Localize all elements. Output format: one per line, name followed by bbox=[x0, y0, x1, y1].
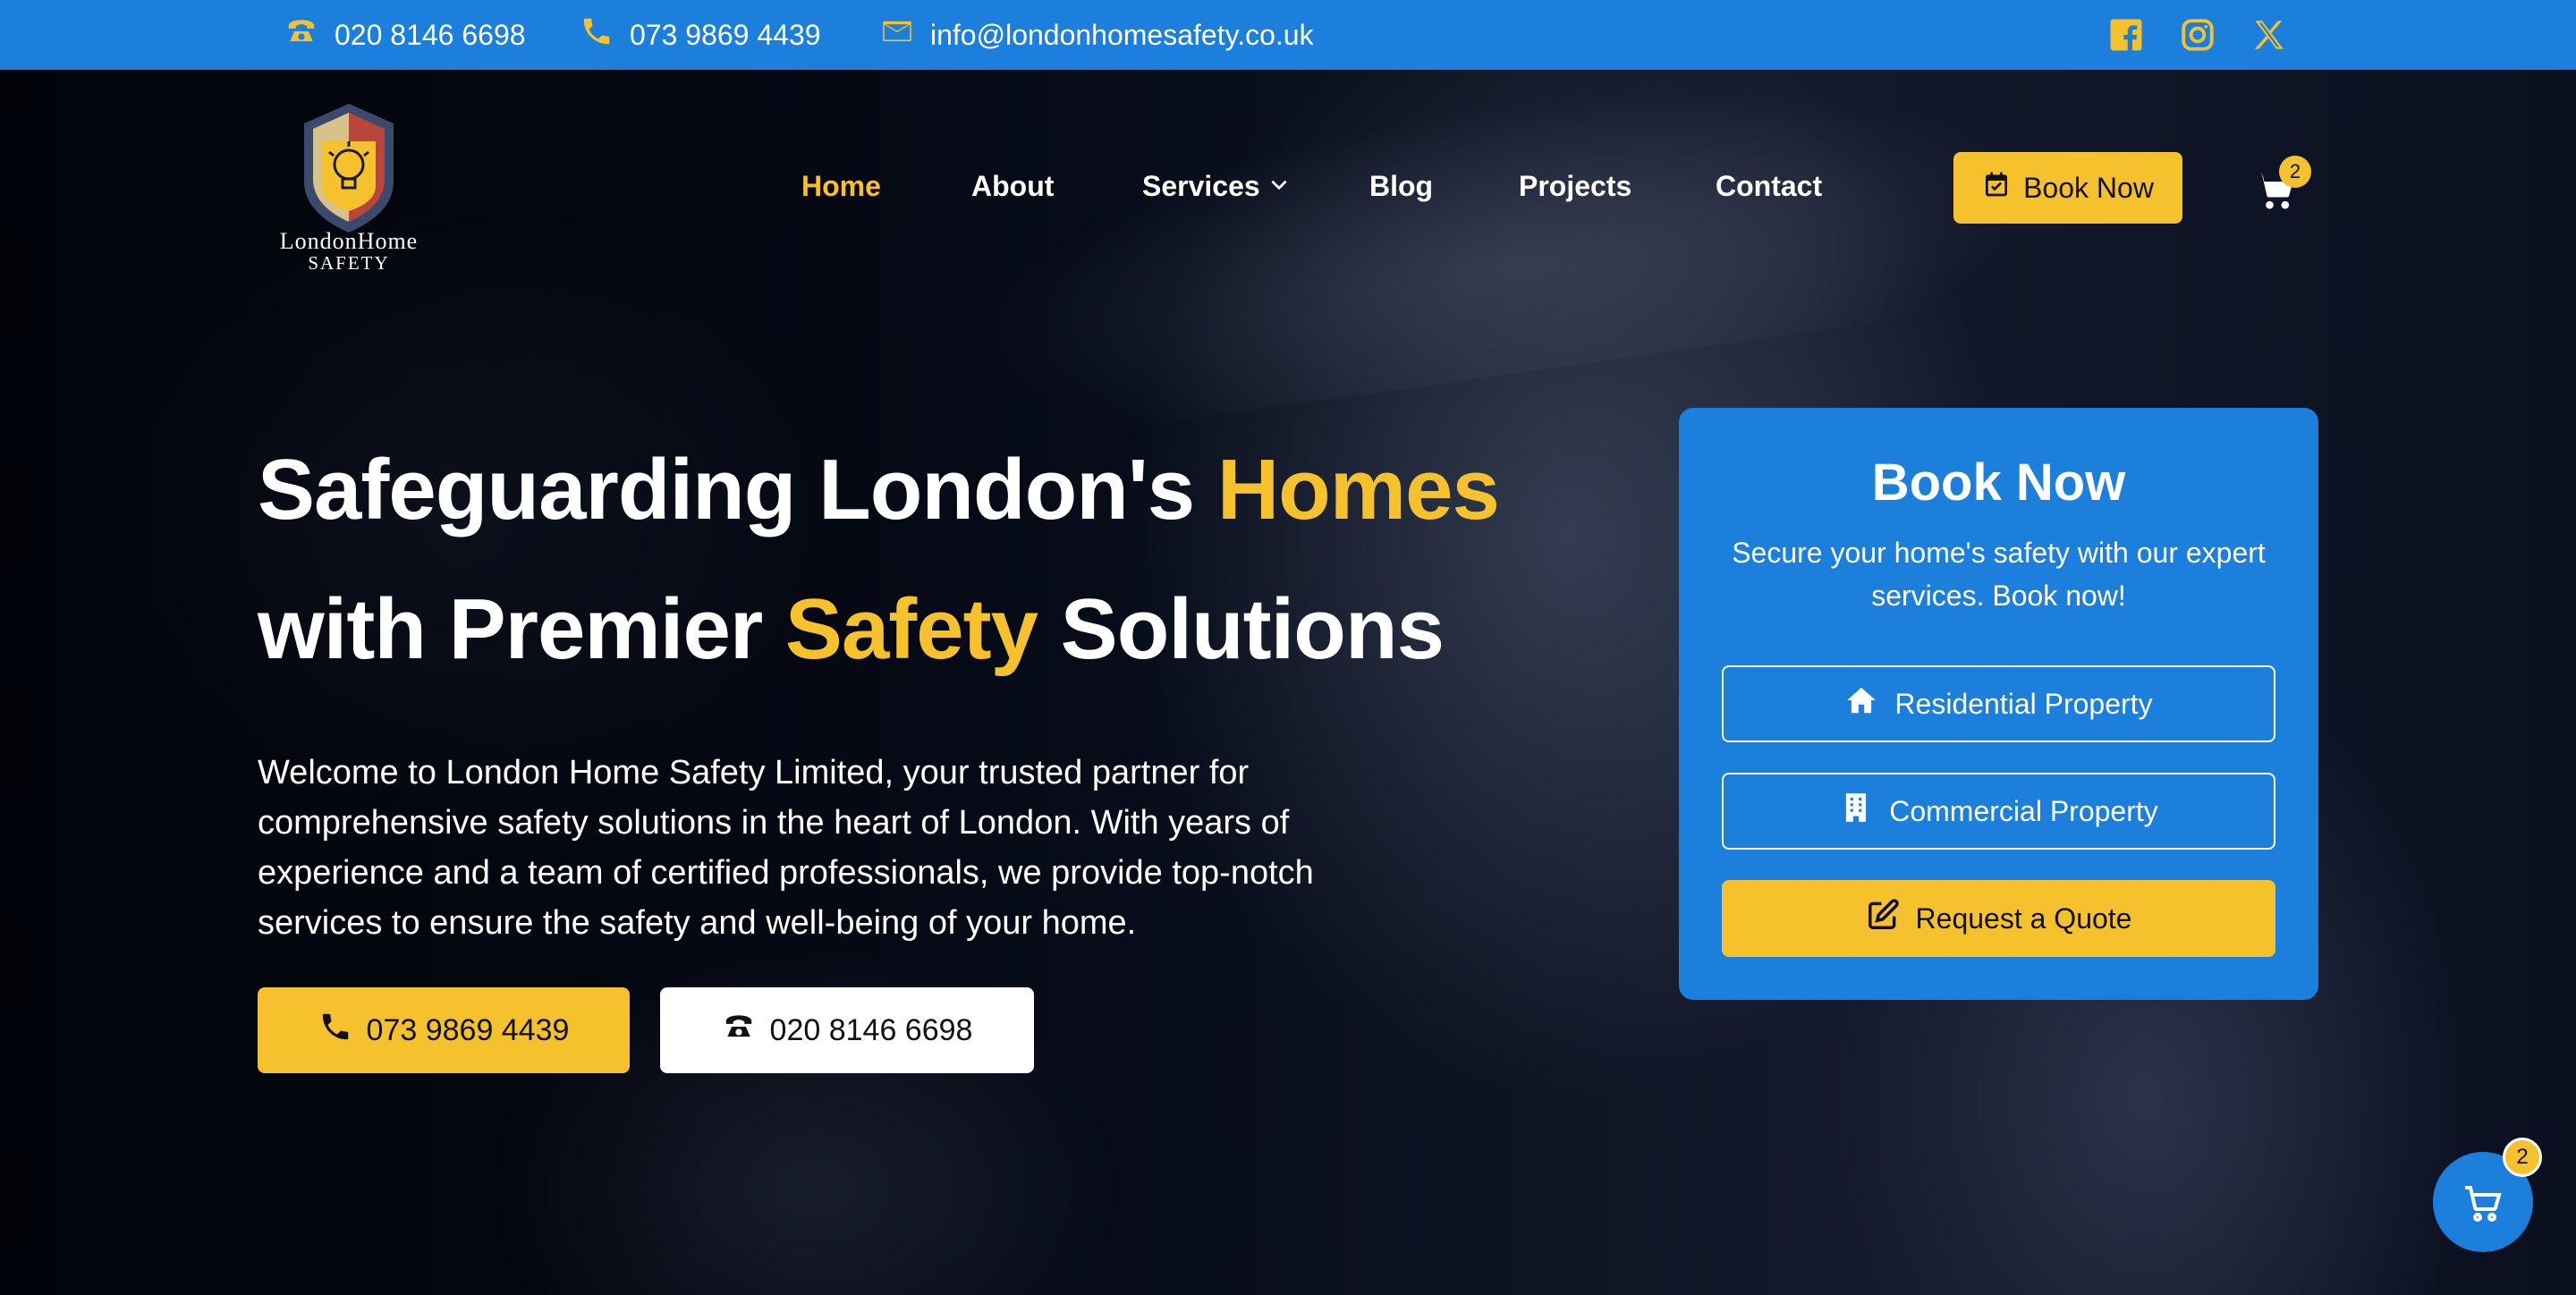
nav-services[interactable]: Services bbox=[1142, 170, 1291, 203]
chevron-down-icon bbox=[1260, 170, 1291, 203]
calendar-check-icon bbox=[1982, 170, 2023, 206]
call-mobile-button[interactable]: 073 9869 4439 bbox=[258, 987, 630, 1073]
nav-contact[interactable]: Contact bbox=[1716, 170, 1822, 203]
hero-cta-row: 073 9869 4439 020 8146 6698 bbox=[258, 987, 1034, 1073]
request-quote-button[interactable]: Request a Quote bbox=[1722, 880, 2275, 957]
commercial-property-label: Commercial Property bbox=[1889, 794, 2158, 827]
edit-icon bbox=[1866, 898, 1916, 939]
call-landline-label: 020 8146 6698 bbox=[769, 1012, 973, 1047]
nav-services-label: Services bbox=[1142, 170, 1260, 202]
hero-title-accent-safety: Safety bbox=[784, 581, 1038, 677]
commercial-property-button[interactable]: Commercial Property bbox=[1722, 773, 2275, 850]
contact-phone-landline-text: 020 8146 6698 bbox=[335, 18, 526, 51]
building-icon bbox=[1839, 791, 1889, 832]
card-title: Book Now bbox=[1871, 453, 2126, 512]
nav-projects-label: Projects bbox=[1519, 170, 1632, 202]
book-now-button[interactable]: Book Now bbox=[1953, 152, 2182, 224]
nav-home-label: Home bbox=[801, 170, 881, 202]
hero-title: Safeguarding London's Homes with Premier… bbox=[258, 420, 1599, 699]
hero-title-accent-homes: Homes bbox=[1216, 442, 1500, 537]
hero-title-line1: Safeguarding London's bbox=[258, 442, 1217, 537]
telephone-icon bbox=[284, 14, 335, 55]
contact-email-text: info@londonhomesafety.co.uk bbox=[930, 18, 1314, 51]
nav-about[interactable]: About bbox=[971, 170, 1054, 203]
floating-cart-button[interactable]: 2 bbox=[2433, 1138, 2542, 1252]
phone-icon bbox=[580, 14, 630, 55]
telephone-icon bbox=[722, 1010, 770, 1052]
residential-property-button[interactable]: Residential Property bbox=[1722, 665, 2275, 742]
book-now-label: Book Now bbox=[2023, 171, 2154, 204]
contact-phone-landline[interactable]: 020 8146 6698 bbox=[284, 0, 526, 70]
call-mobile-label: 073 9869 4439 bbox=[366, 1012, 570, 1047]
instagram-icon bbox=[2179, 19, 2216, 57]
contact-email[interactable]: info@londonhomesafety.co.uk bbox=[880, 0, 1314, 70]
card-subtitle: Secure your home's safety with our exper… bbox=[1732, 537, 2266, 612]
cart-count-badge: 2 bbox=[2279, 156, 2311, 188]
book-now-card: Book Now Secure your home's safety with … bbox=[1679, 408, 2318, 1000]
envelope-icon bbox=[880, 14, 930, 55]
x-icon bbox=[2250, 21, 2288, 57]
request-quote-label: Request a Quote bbox=[1915, 901, 2132, 935]
phone-icon bbox=[318, 1010, 367, 1052]
nav-about-label: About bbox=[971, 170, 1055, 202]
nav-projects[interactable]: Projects bbox=[1519, 170, 1631, 203]
contact-phone-mobile-text: 073 9869 4439 bbox=[630, 18, 821, 51]
hero-title-line2-end: Solutions bbox=[1038, 581, 1445, 677]
instagram-link[interactable] bbox=[2179, 16, 2216, 54]
facebook-link[interactable] bbox=[2107, 16, 2145, 54]
facebook-icon bbox=[2107, 19, 2145, 57]
nav-home[interactable]: Home bbox=[801, 170, 881, 203]
x-link[interactable] bbox=[2250, 16, 2288, 54]
call-landline-button[interactable]: 020 8146 6698 bbox=[660, 987, 1034, 1073]
hero-description: Welcome to London Home Safety Limited, y… bbox=[258, 754, 1314, 942]
residential-property-label: Residential Property bbox=[1894, 687, 2153, 720]
page: 020 8146 6698 073 9869 4439 info@londonh… bbox=[0, 0, 2576, 1295]
header-cart[interactable]: 2 bbox=[2252, 156, 2324, 222]
nav-contact-label: Contact bbox=[1716, 170, 1823, 202]
nav-blog-label: Blog bbox=[1369, 170, 1434, 202]
hero-content: Safeguarding London's Homes with Premier… bbox=[258, 420, 1599, 948]
floating-cart-count-badge: 2 bbox=[2503, 1138, 2542, 1177]
cart-icon bbox=[2465, 1186, 2502, 1222]
main-menu: Home About Services Blog Projects Contac… bbox=[0, 70, 2576, 307]
contact-phone-mobile[interactable]: 073 9869 4439 bbox=[580, 0, 821, 70]
hero-title-line2-start: with Premier bbox=[258, 581, 785, 677]
main-navbar: LondonHome SAFETY Home About Services Bl… bbox=[0, 70, 2576, 307]
home-icon bbox=[1844, 683, 1894, 724]
nav-blog[interactable]: Blog bbox=[1369, 170, 1433, 203]
top-contact-bar: 020 8146 6698 073 9869 4439 info@londonh… bbox=[0, 0, 2576, 70]
